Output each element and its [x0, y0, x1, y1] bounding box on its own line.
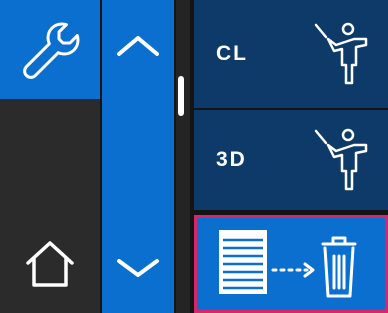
item-label: 3D: [216, 148, 247, 171]
scroll-down-button[interactable]: [102, 223, 174, 313]
scrollbar-track[interactable]: [176, 0, 190, 313]
chevron-down-icon: [117, 259, 159, 277]
home-button[interactable]: [0, 215, 100, 313]
calibration-figure-icon: [314, 22, 368, 85]
empty-panel: [0, 99, 100, 215]
list-item-cl[interactable]: CL: [194, 0, 388, 108]
scrollbar-thumb[interactable]: [178, 76, 184, 116]
document-icon: [219, 230, 267, 294]
chevron-up-icon: [117, 36, 159, 56]
arrow-right-icon: [271, 262, 315, 278]
scroll-up-button[interactable]: [102, 0, 174, 90]
screen: CL 3D: [0, 0, 388, 313]
trash-icon: [321, 236, 357, 298]
list-item-3d[interactable]: 3D: [194, 110, 388, 210]
scroll-column: [102, 0, 174, 313]
calibration-figure-icon: [314, 128, 368, 191]
wrench-icon: [23, 22, 80, 79]
list-item-delete[interactable]: [194, 215, 388, 313]
item-label: CL: [216, 42, 248, 65]
home-icon: [26, 241, 74, 287]
list-to-trash-icon: [219, 230, 357, 298]
settings-button[interactable]: [0, 0, 100, 99]
